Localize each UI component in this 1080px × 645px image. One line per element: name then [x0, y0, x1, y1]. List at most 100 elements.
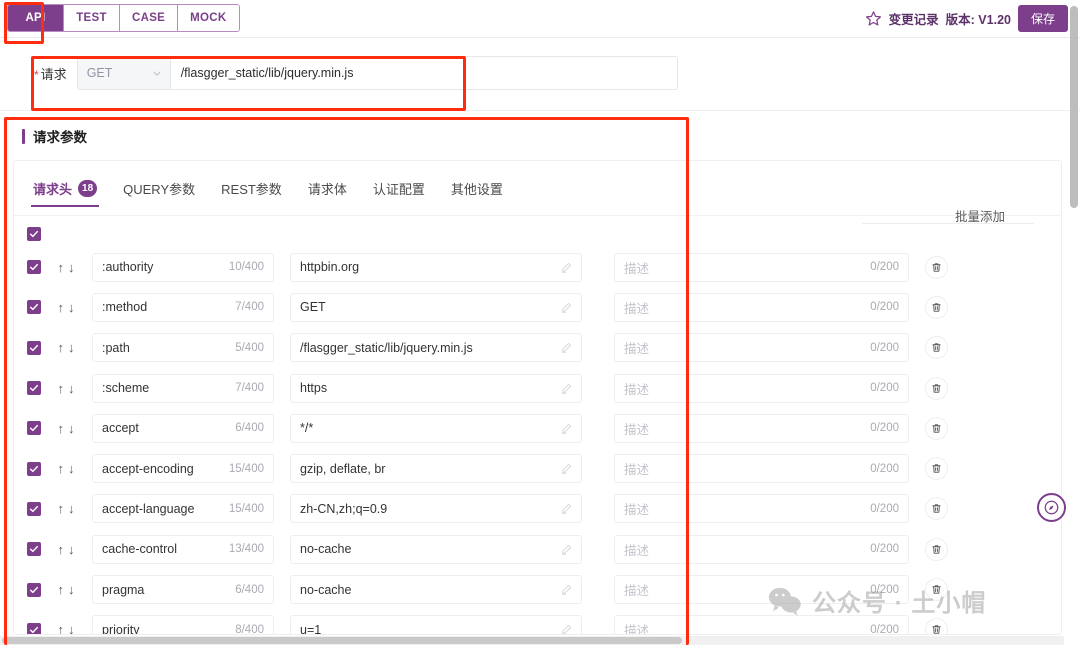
params-tab-group[interactable]: 请求头 18 QUERY参数 REST参数 请求体 认证配置 其他设置 — [20, 175, 516, 207]
header-value-input[interactable]: GET — [290, 292, 582, 322]
params-tab-4[interactable]: 认证配置 — [360, 179, 438, 207]
header-key-input[interactable]: accept-encoding 15/400 — [92, 454, 274, 484]
arrow-down-icon[interactable]: ↓ — [68, 261, 75, 274]
delete-row-button[interactable] — [925, 618, 948, 634]
header-desc-counter: 0/200 — [870, 261, 899, 274]
header-key-input[interactable]: :method 7/400 — [92, 292, 274, 322]
header-value-text: gzip, deflate, br — [300, 461, 386, 476]
arrow-down-icon[interactable]: ↓ — [68, 543, 75, 556]
top-bar: API TEST CASE MOCK 变更记录 版本: V1.20 保存 — [0, 0, 1080, 38]
header-key-input[interactable]: cache-control 13/400 — [92, 534, 274, 564]
main-tab-api[interactable]: API — [8, 5, 64, 31]
header-key-input[interactable]: :scheme 7/400 — [92, 373, 274, 403]
select-all-checkbox[interactable] — [27, 227, 41, 241]
save-button[interactable]: 保存 — [1017, 4, 1068, 32]
header-value-input[interactable]: https — [290, 373, 582, 403]
delete-row-button[interactable] — [925, 578, 948, 602]
header-key-input[interactable]: :path 5/400 — [92, 333, 274, 363]
check-icon — [29, 344, 39, 351]
header-key-input[interactable]: pragma 6/400 — [92, 575, 274, 605]
row-checkbox[interactable] — [27, 421, 41, 436]
params-tab-2[interactable]: REST参数 — [208, 179, 295, 207]
header-key-input[interactable]: :authority 10/400 — [92, 252, 274, 282]
header-desc-input[interactable]: 描述 0/200 — [614, 454, 909, 484]
changelog-link[interactable]: 变更记录 — [889, 9, 939, 28]
row-checkbox[interactable] — [27, 501, 41, 516]
arrow-down-icon[interactable]: ↓ — [68, 341, 75, 354]
arrow-down-icon[interactable]: ↓ — [68, 623, 75, 634]
header-desc-input[interactable]: 描述 0/200 — [614, 494, 909, 524]
header-key-input[interactable]: priority 8/400 — [92, 615, 274, 634]
row-checkbox[interactable] — [27, 300, 41, 315]
row-checkbox[interactable] — [27, 622, 41, 634]
delete-row-button[interactable] — [925, 255, 948, 279]
arrow-up-icon[interactable]: ↑ — [58, 583, 65, 596]
arrow-up-icon[interactable]: ↑ — [58, 422, 65, 435]
delete-row-button[interactable] — [925, 537, 948, 561]
header-value-input[interactable]: no-cache — [290, 534, 582, 564]
header-key-input[interactable]: accept-language 15/400 — [92, 494, 274, 524]
params-tab-5[interactable]: 其他设置 — [438, 179, 516, 207]
header-value-input[interactable]: no-cache — [290, 575, 582, 605]
row-checkbox[interactable] — [27, 260, 41, 275]
arrow-down-icon[interactable]: ↓ — [68, 301, 75, 314]
row-checkbox[interactable] — [27, 461, 41, 476]
arrow-up-icon[interactable]: ↑ — [58, 301, 65, 314]
row-checkbox[interactable] — [27, 340, 41, 355]
required-asterisk: * — [34, 67, 39, 82]
header-desc-input[interactable]: 描述 0/200 — [614, 575, 909, 605]
header-key-input[interactable]: accept 6/400 — [92, 413, 274, 443]
header-value-input[interactable]: gzip, deflate, br — [290, 454, 582, 484]
header-desc-input[interactable]: 描述 0/200 — [614, 615, 909, 634]
arrow-down-icon[interactable]: ↓ — [68, 502, 75, 515]
header-desc-input[interactable]: 描述 0/200 — [614, 413, 909, 443]
header-desc-input[interactable]: 描述 0/200 — [614, 292, 909, 322]
vertical-scrollbar-thumb[interactable] — [1070, 6, 1078, 208]
header-desc-input[interactable]: 描述 0/200 — [614, 252, 909, 282]
header-value-input[interactable]: httpbin.org — [290, 252, 582, 282]
params-panel: 请求头 18 QUERY参数 REST参数 请求体 认证配置 其他设置 批量添加 ↑ ↓:au… — [13, 160, 1062, 635]
arrow-up-icon[interactable]: ↑ — [58, 261, 65, 274]
params-tab-1[interactable]: QUERY参数 — [110, 179, 208, 207]
star-icon[interactable] — [865, 10, 882, 27]
header-value-input[interactable]: /flasgger_static/lib/jquery.min.js — [290, 333, 582, 363]
row-checkbox[interactable] — [27, 582, 41, 597]
delete-row-button[interactable] — [925, 376, 948, 400]
http-method-select[interactable]: GET — [76, 56, 170, 90]
row-sort-controls: ↑ ↓ — [49, 341, 83, 354]
arrow-up-icon[interactable]: ↑ — [58, 543, 65, 556]
header-desc-counter: 0/200 — [870, 543, 899, 556]
compass-fab-button[interactable] — [1037, 493, 1066, 522]
main-tab-mock[interactable]: MOCK — [178, 5, 239, 31]
header-value-input[interactable]: */* — [290, 413, 582, 443]
arrow-down-icon[interactable]: ↓ — [68, 422, 75, 435]
arrow-down-icon[interactable]: ↓ — [68, 462, 75, 475]
header-desc-input[interactable]: 描述 0/200 — [614, 373, 909, 403]
row-checkbox[interactable] — [27, 542, 41, 557]
delete-row-button[interactable] — [925, 336, 948, 360]
header-desc-input[interactable]: 描述 0/200 — [614, 534, 909, 564]
delete-row-button[interactable] — [925, 416, 948, 440]
header-value-input[interactable]: u=1 — [290, 615, 582, 634]
params-tab-3[interactable]: 请求体 — [295, 179, 360, 207]
main-tab-case[interactable]: CASE — [120, 5, 179, 31]
header-desc-input[interactable]: 描述 0/200 — [614, 333, 909, 363]
main-tab-group[interactable]: API TEST CASE MOCK — [7, 4, 240, 32]
arrow-up-icon[interactable]: ↑ — [58, 462, 65, 475]
params-section-title: 请求参数 — [22, 126, 87, 146]
arrow-down-icon[interactable]: ↓ — [68, 382, 75, 395]
delete-row-button[interactable] — [925, 497, 948, 521]
arrow-up-icon[interactable]: ↑ — [58, 341, 65, 354]
arrow-up-icon[interactable]: ↑ — [58, 502, 65, 515]
params-tab-0[interactable]: 请求头 18 — [20, 179, 110, 207]
request-url-input[interactable]: /flasgger_static/lib/jquery.min.js — [169, 56, 678, 90]
horizontal-scrollbar-thumb[interactable] — [2, 637, 682, 644]
arrow-up-icon[interactable]: ↑ — [58, 382, 65, 395]
arrow-down-icon[interactable]: ↓ — [68, 583, 75, 596]
delete-row-button[interactable] — [925, 457, 948, 481]
main-tab-test[interactable]: TEST — [64, 5, 120, 31]
arrow-up-icon[interactable]: ↑ — [58, 623, 65, 634]
header-value-input[interactable]: zh-CN,zh;q=0.9 — [290, 494, 582, 524]
delete-row-button[interactable] — [925, 295, 948, 319]
row-checkbox[interactable] — [27, 381, 41, 396]
